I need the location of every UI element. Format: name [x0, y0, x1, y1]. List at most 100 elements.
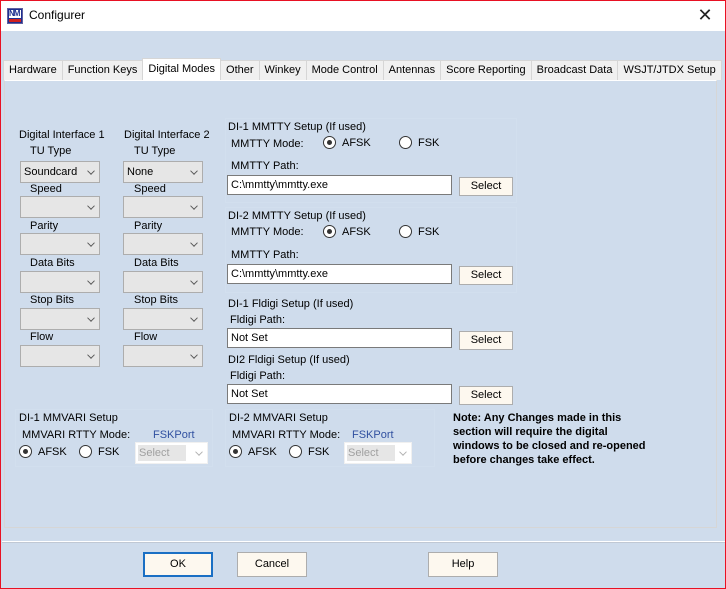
di1-mmtty-heading: DI-1 MMTTY Setup (If used) [228, 121, 366, 133]
chevron-down-icon [87, 351, 95, 359]
di2-flow-select[interactable] [123, 345, 203, 367]
di1-mmtty-mode-label: MMTTY Mode: [231, 138, 304, 150]
chevron-down-icon [399, 448, 407, 456]
di1-mmvari-mode-label: MMVARI RTTY Mode: [22, 429, 131, 441]
di1-mmvari-fsk-radio[interactable]: FSK [79, 445, 119, 458]
di2-tu-type-select[interactable]: None [123, 161, 203, 183]
chevron-down-icon [190, 314, 198, 322]
di1-stop-bits-select[interactable] [20, 308, 100, 330]
di2-fldigi-path-label: Fldigi Path: [230, 370, 286, 382]
di1-fldigi-select-button[interactable]: Select [459, 331, 513, 350]
chevron-down-icon [87, 314, 95, 322]
di2-mmvari-fsk-label: FSK [308, 445, 330, 458]
di2-heading: Digital Interface 2 [124, 129, 210, 141]
di2-mmtty-select-button[interactable]: Select [459, 266, 513, 285]
radio-unchecked-icon [399, 225, 412, 238]
di1-fskport-value: Select [138, 445, 186, 461]
tab-other[interactable]: Other [220, 60, 260, 80]
di2-mmvari-fsk-radio[interactable]: FSK [289, 445, 329, 458]
tab-function-keys[interactable]: Function Keys [61, 60, 144, 80]
di1-flow-label: Flow [30, 331, 54, 343]
tab-hardware[interactable]: Hardware [3, 60, 63, 80]
di2-parity-select[interactable] [123, 233, 203, 255]
di1-fldigi-path-input[interactable]: Not Set [227, 328, 452, 348]
di2-mmtty-path-label: MMTTY Path: [231, 249, 299, 261]
di2-mmtty-path-input[interactable]: C:\mmtty\mmtty.exe [227, 264, 452, 284]
di2-fldigi-select-button[interactable]: Select [459, 386, 513, 405]
cancel-button[interactable]: Cancel [237, 552, 307, 577]
di2-mmtty-afsk-radio[interactable]: AFSK [323, 225, 371, 238]
di1-speed-select[interactable] [20, 196, 100, 218]
window-title: Configurer [29, 8, 86, 22]
di1-fldigi-path-label: Fldigi Path: [230, 314, 286, 326]
radio-unchecked-icon [399, 136, 412, 149]
di2-stop-bits-label: Stop Bits [134, 294, 179, 306]
di1-data-bits-label: Data Bits [30, 257, 75, 269]
di2-mmvari-heading: DI-2 MMVARI Setup [229, 412, 328, 424]
note-line: Note: Any Changes made in this [453, 412, 622, 424]
tab-winkey[interactable]: Winkey [258, 60, 307, 80]
di2-mmvari-afsk-radio[interactable]: AFSK [229, 445, 277, 458]
help-button[interactable]: Help [428, 552, 498, 577]
di2-mmtty-fsk-radio[interactable]: FSK [399, 225, 439, 238]
di1-mmtty-path-input[interactable]: C:\mmtty\mmtty.exe [227, 175, 452, 195]
di2-speed-select[interactable] [123, 196, 203, 218]
di2-fldigi-path-input[interactable]: Not Set [227, 384, 452, 404]
tab-antennas[interactable]: Antennas [382, 60, 442, 80]
chevron-down-icon [87, 202, 95, 210]
footer-divider [2, 541, 725, 543]
di1-parity-select[interactable] [20, 233, 100, 255]
di1-speed-label: Speed [30, 183, 62, 195]
di1-mmvari-heading: DI-1 MMVARI Setup [19, 412, 118, 424]
di2-speed-label: Speed [134, 183, 166, 195]
tab-score-reporting[interactable]: Score Reporting [440, 60, 532, 80]
chevron-down-icon [190, 202, 198, 210]
di1-mmvari-fsk-label: FSK [98, 445, 120, 458]
di1-stop-bits-label: Stop Bits [30, 294, 75, 306]
title-bar: NM Configurer ✕ [1, 1, 725, 31]
radio-unchecked-icon [289, 445, 302, 458]
di1-mmtty-path-label: MMTTY Path: [231, 160, 299, 172]
note-line: section will require the digital [453, 426, 608, 438]
restart-note: Note: Any Changes made in this section w… [453, 411, 646, 467]
di1-mmvari-afsk-radio[interactable]: AFSK [19, 445, 67, 458]
chevron-down-icon [87, 277, 95, 285]
di2-tu-type-label: TU Type [134, 145, 176, 157]
di2-fskport-select[interactable]: Select [344, 442, 412, 464]
tab-digital-modes[interactable]: Digital Modes [142, 58, 222, 80]
di2-fskport-label: FSKPort [352, 429, 394, 441]
di1-mmvari-afsk-label: AFSK [38, 445, 67, 458]
tab-broadcast-data[interactable]: Broadcast Data [530, 60, 619, 80]
di2-data-bits-label: Data Bits [134, 257, 179, 269]
di1-heading: Digital Interface 1 [19, 129, 105, 141]
chevron-down-icon [190, 351, 198, 359]
di1-mmtty-afsk-radio[interactable]: AFSK [323, 136, 371, 149]
di1-tu-type-value: Soundcard [24, 166, 78, 178]
configurer-window: NM Configurer ✕ Hardware Function Keys D… [0, 0, 726, 589]
di2-fskport-value: Select [347, 445, 395, 461]
di2-data-bits-select[interactable] [123, 271, 203, 293]
chevron-down-icon [190, 277, 198, 285]
di2-mmtty-fsk-label: FSK [418, 225, 440, 238]
di1-fskport-label: FSKPort [153, 429, 195, 441]
di1-flow-select[interactable] [20, 345, 100, 367]
di1-fskport-select[interactable]: Select [135, 442, 208, 464]
radio-checked-icon [229, 445, 242, 458]
di1-tu-type-label: TU Type [30, 145, 72, 157]
chevron-down-icon [87, 167, 95, 175]
di1-data-bits-select[interactable] [20, 271, 100, 293]
close-icon: ✕ [697, 5, 713, 25]
close-button[interactable]: ✕ [695, 6, 715, 26]
di1-mmtty-select-button[interactable]: Select [459, 177, 513, 196]
di2-stop-bits-select[interactable] [123, 308, 203, 330]
di1-tu-type-select[interactable]: Soundcard [20, 161, 100, 183]
chevron-down-icon [195, 448, 203, 456]
di2-tu-type-value: None [127, 166, 154, 178]
note-line: before changes take effect. [453, 454, 595, 466]
di2-mmvari-afsk-label: AFSK [248, 445, 277, 458]
di1-mmtty-afsk-label: AFSK [342, 136, 371, 149]
di1-mmtty-fsk-radio[interactable]: FSK [399, 136, 439, 149]
tab-mode-control[interactable]: Mode Control [305, 60, 384, 80]
ok-button[interactable]: OK [143, 552, 213, 577]
tab-wsjt-jtdx-setup[interactable]: WSJT/JTDX Setup [617, 60, 722, 80]
